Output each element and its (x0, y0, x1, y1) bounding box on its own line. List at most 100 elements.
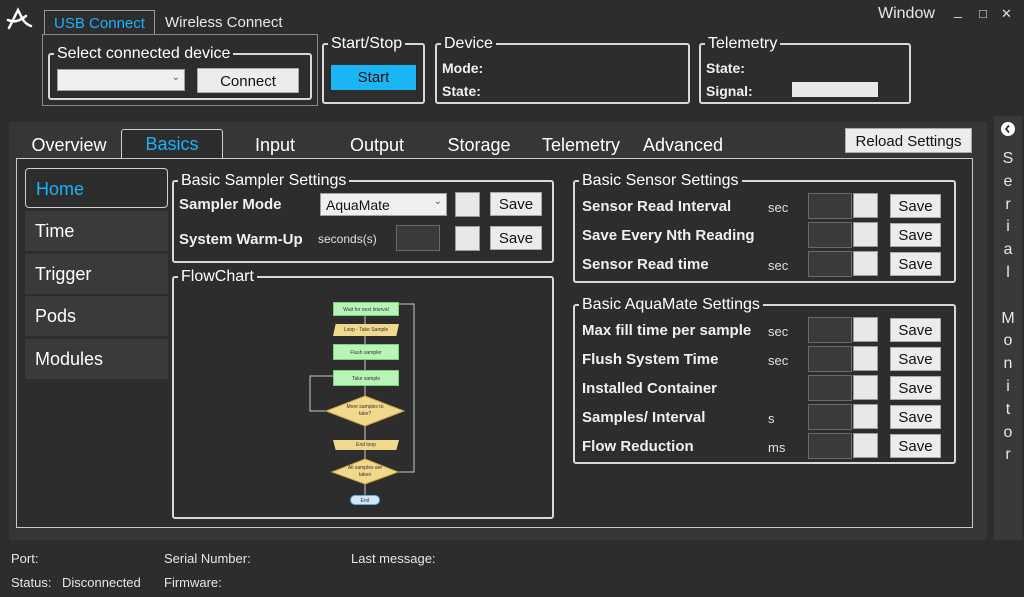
device-dropdown[interactable]: ⌄ (57, 69, 185, 91)
flowchart-step-end: End (350, 495, 380, 505)
side-nav-modules[interactable]: Modules (25, 339, 168, 379)
samples-interval-input[interactable] (808, 404, 852, 430)
sensor-read-time-checkbox[interactable] (853, 251, 878, 276)
flowchart-step-take-sample: Take sample (333, 370, 399, 386)
tab-output[interactable]: Output (328, 131, 426, 158)
flush-system-time-unit: sec (768, 353, 789, 368)
serial-number-label: Serial Number: (164, 551, 251, 566)
serial-monitor-letter: i (1006, 218, 1010, 236)
tab-wireless-connect[interactable]: Wireless Connect (165, 14, 283, 31)
reload-settings-button[interactable]: Reload Settings (845, 128, 972, 153)
start-stop-legend: Start/Stop (328, 34, 406, 54)
side-nav-trigger[interactable]: Trigger (25, 254, 168, 294)
port-label: Port: (11, 551, 39, 566)
warmup-label: System Warm-Up (179, 231, 303, 248)
tab-input[interactable]: Input (226, 131, 324, 158)
flow-reduction-input[interactable] (808, 433, 852, 459)
max-fill-time-label: Max fill time per sample (582, 322, 752, 339)
installed-container-label: Installed Container (582, 380, 718, 397)
samples-interval-checkbox[interactable] (853, 404, 878, 429)
serial-monitor-letter: t (1005, 400, 1011, 418)
collapse-arrow-icon[interactable] (1001, 122, 1015, 136)
serial-monitor-letter: n (1003, 355, 1013, 373)
flowchart-step-more-samples: More samples to take? (346, 404, 384, 417)
sampler-settings-legend: Basic Sampler Settings (178, 171, 350, 191)
flush-system-time-checkbox[interactable] (853, 346, 878, 371)
serial-monitor-letter: r (1005, 195, 1011, 213)
max-fill-time-unit: sec (768, 324, 789, 339)
sampler-mode-checkbox[interactable] (455, 192, 480, 217)
max-fill-time-checkbox[interactable] (853, 317, 878, 342)
minimize-button[interactable]: _ (954, 2, 962, 18)
max-fill-time-input[interactable] (808, 317, 852, 343)
flush-system-time-save-button[interactable]: Save (890, 347, 941, 371)
sensor-read-time-unit: sec (768, 258, 789, 273)
installed-container-save-button[interactable]: Save (890, 376, 941, 400)
sensor-read-interval-unit: sec (768, 200, 789, 215)
flowchart-step-end-loop: End loop (333, 440, 399, 450)
sensor-read-interval-checkbox[interactable] (853, 193, 878, 218)
samples-interval-save-button[interactable]: Save (890, 405, 941, 429)
device-mode-label: Mode: (442, 60, 484, 76)
serial-monitor-letter: S (1002, 150, 1014, 167)
sensor-read-time-input[interactable] (808, 251, 852, 277)
start-button[interactable]: Start (331, 65, 416, 90)
side-nav-time[interactable]: Time (25, 211, 168, 251)
serial-monitor-letter: o (1003, 332, 1013, 350)
signal-strength-bar (792, 82, 878, 97)
close-button[interactable]: ✕ (1001, 6, 1012, 22)
tab-advanced[interactable]: Advanced (634, 131, 732, 158)
firmware-label: Firmware: (164, 575, 222, 590)
samples-interval-label: Samples/ Interval (582, 409, 706, 426)
telemetry-legend: Telemetry (705, 34, 781, 54)
serial-monitor-panel[interactable]: S e r i a l M o n i t o r (994, 116, 1022, 540)
flowchart-step-flush: Flush sampler (333, 344, 399, 360)
serial-monitor-label: S e r i a l M o n i t o r (994, 148, 1022, 467)
serial-monitor-letter: l (1006, 263, 1010, 281)
device-legend: Device (441, 34, 496, 54)
side-nav-pods[interactable]: Pods (25, 296, 168, 336)
sensor-read-time-label: Sensor Read time (582, 256, 709, 273)
tab-usb-connect[interactable]: USB Connect (44, 10, 155, 34)
sensor-settings-legend: Basic Sensor Settings (579, 171, 742, 191)
save-every-nth-save-button[interactable]: Save (890, 223, 941, 247)
chevron-down-icon: ⌄ (171, 72, 180, 83)
serial-monitor-letter (994, 285, 1022, 308)
samples-interval-unit: s (768, 411, 775, 426)
sampler-mode-dropdown[interactable]: AquaMate ⌄ (320, 193, 447, 216)
flow-reduction-checkbox[interactable] (853, 433, 878, 458)
sensor-read-time-save-button[interactable]: Save (890, 252, 941, 276)
flowchart-legend: FlowChart (178, 267, 257, 287)
connect-button[interactable]: Connect (197, 68, 299, 93)
tab-basics[interactable]: Basics (121, 129, 223, 159)
flowchart-step-wait: Wait for next interval (333, 302, 399, 316)
warmup-save-button[interactable]: Save (490, 226, 542, 250)
installed-container-checkbox[interactable] (853, 375, 878, 400)
serial-monitor-letter: i (1006, 377, 1010, 395)
tab-telemetry[interactable]: Telemetry (532, 131, 630, 158)
last-message-label: Last message: (351, 551, 436, 566)
flush-system-time-input[interactable] (808, 346, 852, 372)
installed-container-input[interactable] (808, 375, 852, 401)
save-every-nth-input[interactable] (808, 222, 852, 248)
serial-monitor-letter: e (1003, 172, 1013, 190)
sensor-read-interval-input[interactable] (808, 193, 852, 219)
max-fill-time-save-button[interactable]: Save (890, 318, 941, 342)
sensor-read-interval-save-button[interactable]: Save (890, 194, 941, 218)
flowchart-diagram: Wait for next interval Loop - Take Sampl… (300, 294, 430, 509)
flush-system-time-label: Flush System Time (582, 351, 719, 368)
app-logo-icon (6, 6, 34, 32)
side-nav-home[interactable]: Home (25, 168, 168, 208)
flow-reduction-save-button[interactable]: Save (890, 434, 941, 458)
telemetry-signal-label: Signal: (706, 83, 753, 99)
warmup-unit: seconds(s) (318, 232, 377, 246)
tab-storage[interactable]: Storage (430, 131, 528, 158)
sampler-mode-save-button[interactable]: Save (490, 192, 542, 216)
warmup-checkbox[interactable] (455, 226, 480, 251)
save-every-nth-checkbox[interactable] (853, 222, 878, 247)
status-label: Status: (11, 575, 52, 590)
warmup-input[interactable] (396, 225, 440, 251)
maximize-button[interactable]: □ (979, 6, 987, 21)
tab-overview[interactable]: Overview (20, 131, 118, 158)
chevron-down-icon: ⌄ (433, 196, 442, 207)
